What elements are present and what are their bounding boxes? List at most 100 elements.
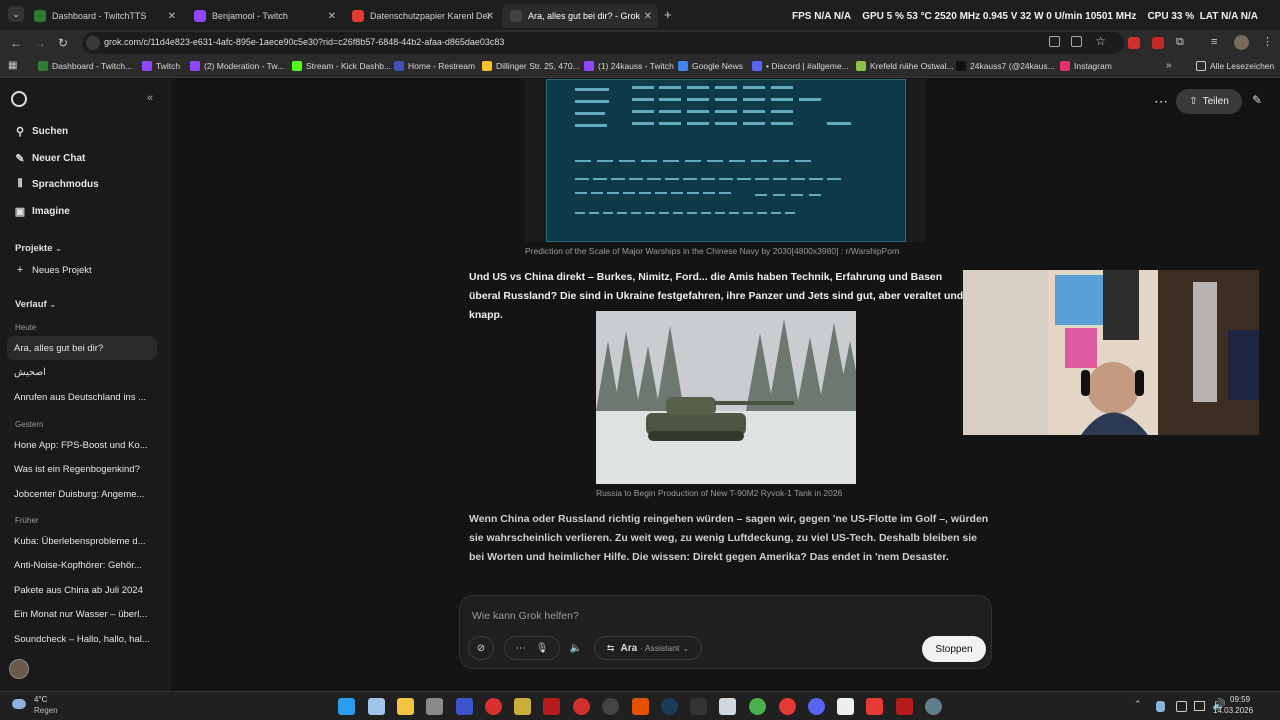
history-section-toggle[interactable]: Verlauf ⌄: [15, 299, 56, 310]
bookmark-item[interactable]: Stream - Kick Dashb...: [292, 61, 391, 71]
tab-datenschutz[interactable]: Datenschutzpapier Karenl Dein ✕: [344, 4, 500, 28]
share-button[interactable]: ⇧ Teilen: [1176, 89, 1242, 114]
sidebar-item-new-chat[interactable]: ✎ Neuer Chat: [7, 146, 157, 170]
close-tab-icon[interactable]: ✕: [328, 11, 336, 22]
close-tab-icon[interactable]: ✕: [168, 11, 176, 22]
browser-menu-icon[interactable]: ⋮: [1262, 35, 1273, 48]
history-item[interactable]: Kuba: Überlebensprobleme d...: [7, 529, 157, 553]
network-icon[interactable]: [1194, 701, 1205, 711]
address-bar[interactable]: grok.com/c/11d4e823-e631-4afc-895e-1aece…: [82, 32, 1124, 54]
close-tab-icon[interactable]: ✕: [644, 11, 652, 22]
new-tab-button[interactable]: +: [664, 7, 672, 22]
bookmark-item[interactable]: Krefeld nähe Ostwal...: [856, 61, 954, 71]
history-item[interactable]: Anrufen aus Deutschland ins ...: [7, 385, 157, 409]
new-chat-icon[interactable]: ✎: [1252, 93, 1262, 107]
bookmark-item[interactable]: Dillinger Str. 25, 470...: [482, 61, 580, 71]
file-explorer-icon[interactable]: [397, 698, 414, 715]
mode-selector[interactable]: ⇆ Ara · Assistant ⌄: [594, 636, 702, 660]
apps-grid-icon[interactable]: ▦: [8, 60, 17, 71]
projects-section-toggle[interactable]: Projekte ⌄: [15, 243, 62, 254]
warship-infographic-image[interactable]: [525, 79, 925, 242]
discord-app-icon[interactable]: [808, 698, 825, 715]
collapse-sidebar-icon[interactable]: «: [147, 92, 153, 104]
extension-icon[interactable]: [1152, 37, 1164, 49]
translate-icon[interactable]: [1049, 36, 1060, 47]
prompt-input[interactable]: [472, 608, 952, 624]
app-icon[interactable]: [866, 698, 883, 715]
chrome-app-icon[interactable]: [749, 698, 766, 715]
app-icon[interactable]: [632, 698, 649, 715]
notepad-app-icon[interactable]: [368, 698, 385, 715]
bookmark-item[interactable]: Google News: [678, 61, 743, 71]
tray-app-icon[interactable]: [1156, 701, 1165, 712]
clock-date[interactable]: 14.03.2026: [1213, 706, 1253, 715]
history-item[interactable]: Anti-Noise-Kopfhörer: Gehör...: [7, 553, 157, 577]
forward-icon[interactable]: →: [34, 36, 46, 50]
stop-button[interactable]: Stoppen: [922, 636, 986, 662]
history-item[interactable]: Hone App: FPS-Boost und Ko...: [7, 433, 157, 457]
new-project-button[interactable]: + Neues Projekt: [7, 258, 157, 282]
bookmark-item[interactable]: Twitch: [142, 61, 180, 71]
document-app-icon[interactable]: [837, 698, 854, 715]
app-icon[interactable]: [514, 698, 531, 715]
speaker-button[interactable]: 🔈: [564, 636, 588, 660]
close-tab-icon[interactable]: ✕: [486, 11, 494, 22]
clock-time[interactable]: 09:59: [1230, 695, 1250, 704]
bookmark-item[interactable]: • Discord | #allgeme...: [752, 61, 849, 71]
windows-start-icon[interactable]: [338, 698, 355, 715]
opera-app-icon[interactable]: [779, 698, 796, 715]
more-options-icon[interactable]: ⋯: [1154, 93, 1168, 110]
history-item[interactable]: Ara, alles gut bei dir?: [7, 336, 157, 360]
tab-grok[interactable]: Ara, alles gut bei dir? - Grok ✕: [502, 4, 658, 28]
app-icon[interactable]: [543, 698, 560, 715]
app-icon[interactable]: [573, 698, 590, 715]
mouse-app-icon[interactable]: [426, 698, 443, 715]
all-bookmarks-folder[interactable]: Alle Lesezeichen: [1196, 61, 1274, 71]
bookmark-item[interactable]: Dashboard - Twitch...: [38, 61, 132, 71]
sidebar-item-search[interactable]: ⚲ Suchen: [7, 119, 157, 143]
bookmark-item[interactable]: 24kauss7 (@24kaus...: [956, 61, 1055, 71]
app-icon[interactable]: [719, 698, 736, 715]
sidebar-item-voice-mode[interactable]: ⫴ Sprachmodus: [7, 172, 157, 196]
app-icon[interactable]: [896, 698, 913, 715]
user-avatar[interactable]: [9, 659, 29, 679]
settings-app-icon[interactable]: [925, 698, 942, 715]
grok-logo-icon[interactable]: [11, 91, 27, 107]
bookmark-item[interactable]: (1) 24kauss - Twitch: [584, 61, 674, 71]
tray-chevron-icon[interactable]: ⌃: [1134, 699, 1142, 710]
tab-search-icon[interactable]: ⌄: [8, 6, 24, 22]
back-icon[interactable]: ←: [10, 36, 22, 50]
tray-app-icon[interactable]: [1176, 701, 1187, 712]
reload-icon[interactable]: ↻: [58, 36, 68, 50]
site-info-icon[interactable]: [86, 36, 100, 50]
bookmark-item[interactable]: Instagram: [1060, 61, 1112, 71]
steam-app-icon[interactable]: [661, 698, 678, 715]
tab-benjamool[interactable]: Benjamool - Twitch ✕: [186, 4, 342, 28]
bookmark-item[interactable]: (2) Moderation - Tw...: [190, 61, 284, 71]
history-item[interactable]: Was ist ein Regenbogenkind?: [7, 457, 157, 481]
app-icon[interactable]: [485, 698, 502, 715]
voice-input-group[interactable]: ⋯ 🎙: [504, 636, 560, 660]
vscode-app-icon[interactable]: [456, 698, 473, 715]
attach-button[interactable]: ⊘: [468, 636, 494, 660]
bookmark-label: Google News: [692, 61, 744, 71]
app-icon[interactable]: [690, 698, 707, 715]
bookmark-item[interactable]: Home - Restream: [394, 61, 475, 71]
extensions-puzzle-icon[interactable]: ⧉: [1176, 36, 1184, 49]
history-item[interactable]: Ein Monat nur Wasser – überl...: [7, 602, 157, 626]
sidebar-item-imagine[interactable]: ▣ Imagine: [7, 199, 157, 223]
bookmark-star-icon[interactable]: ☆: [1095, 34, 1106, 48]
adblock-extension-icon[interactable]: [1128, 37, 1140, 49]
profile-avatar[interactable]: [1234, 35, 1249, 50]
install-app-icon[interactable]: [1071, 36, 1082, 47]
history-item[interactable]: Jobcenter Duisburg: Angeme...: [7, 482, 157, 506]
tab-dashboard[interactable]: Dashboard - TwitchTTS ✕: [26, 4, 182, 28]
history-item[interactable]: اصحیش: [7, 360, 157, 384]
history-item[interactable]: Pakete aus China ab Juli 2024: [7, 578, 157, 602]
history-item[interactable]: Soundcheck – Hallo, hallo, hal...: [7, 627, 157, 651]
obs-app-icon[interactable]: [602, 698, 619, 715]
media-control-icon[interactable]: ≡: [1211, 36, 1217, 48]
bookmark-favicon: [584, 61, 594, 71]
tank-photo-image[interactable]: [596, 311, 856, 484]
more-bookmarks-icon[interactable]: »: [1166, 60, 1172, 71]
